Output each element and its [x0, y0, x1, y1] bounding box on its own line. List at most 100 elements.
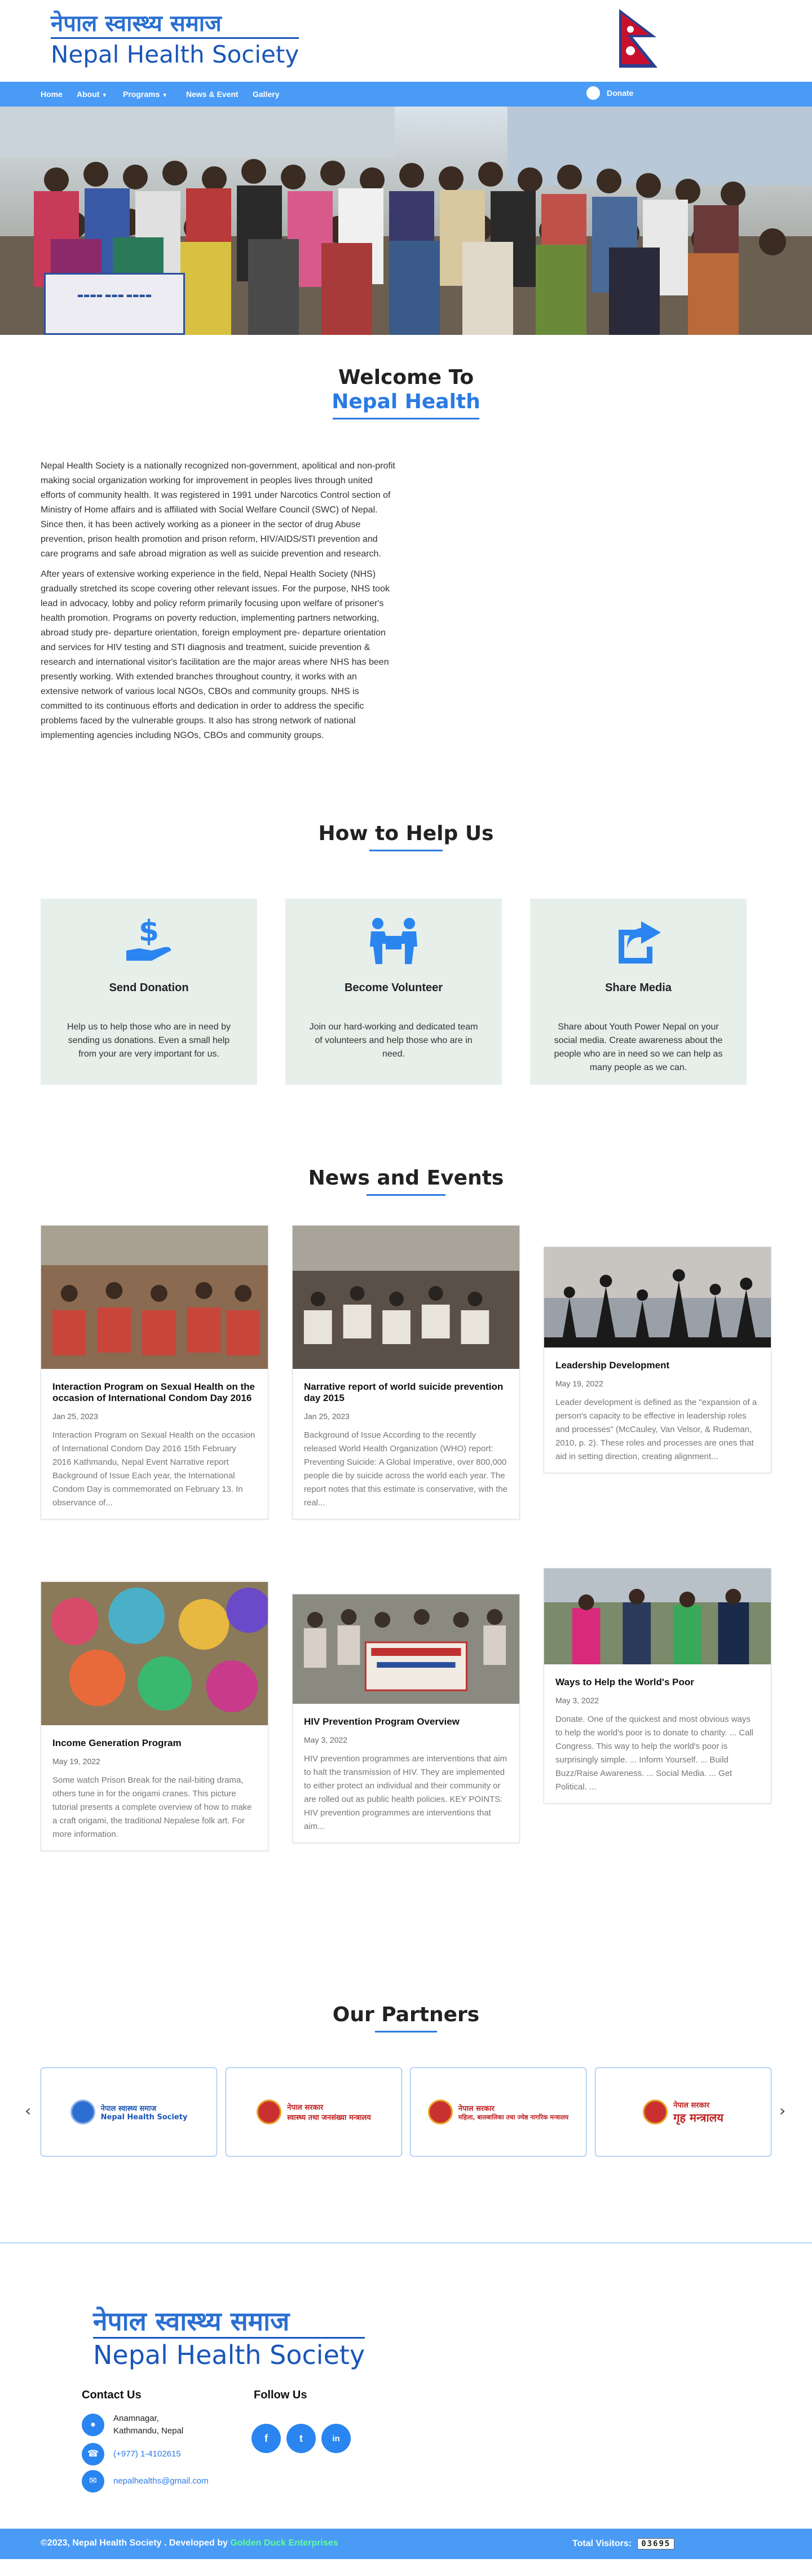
nav-home[interactable]: Home: [41, 90, 63, 99]
emblem-icon: [70, 2100, 95, 2124]
news-excerpt: Background of Issue According to the rec…: [304, 1430, 508, 1508]
about-paragraph: Nepal Health Society is a nationally rec…: [41, 461, 395, 559]
card-title: Share Media: [605, 982, 672, 994]
partners-section: Our Partners ‹ नेपाल स्वास्थ्य समाज Nepal…: [0, 2003, 812, 2158]
news-title[interactable]: Narrative report of world suicide preven…: [304, 1381, 508, 1404]
news-date: May 3, 2022: [555, 1696, 599, 1705]
phone-icon: ☎: [82, 2443, 104, 2465]
logo-english-text: Nepal Health Society: [51, 37, 299, 69]
card-text: Share about Youth Power Nepal on your so…: [554, 1022, 723, 1072]
carousel-next-arrow-icon[interactable]: ›: [779, 2101, 785, 2120]
news-date: May 19, 2022: [52, 1757, 100, 1766]
hand-dollar-icon: $: [126, 916, 171, 961]
news-excerpt: Donate. One of the quickest and most obv…: [555, 1715, 754, 1792]
partner-logo[interactable]: नेपाल सरकार महिला, बालबालिका तथा ज्येष्ठ …: [410, 2067, 586, 2157]
heading-underline: [333, 418, 479, 419]
partner-logo[interactable]: नेपाल सरकार स्वास्थ्य तथा जनसंख्या मन्त्र…: [226, 2067, 402, 2157]
partners-heading: Our Partners: [332, 2003, 480, 2026]
site-header: नेपाल स्वास्थ्य समाज Nepal Health Societ…: [0, 0, 812, 82]
share-icon: [619, 921, 661, 964]
help-heading: How to Help Us: [318, 822, 494, 845]
welcome-heading: Welcome To: [338, 366, 474, 389]
carousel-prev-arrow-icon[interactable]: ‹: [25, 2101, 31, 2120]
news-image: [41, 1226, 268, 1369]
heading-underline: [367, 1194, 445, 1196]
news-date: May 19, 2022: [555, 1379, 603, 1388]
main-nav: Home About ▼ Programs ▼ News & Event Gal…: [0, 82, 812, 107]
emblem-icon: [643, 2100, 668, 2124]
news-title[interactable]: HIV Prevention Program Overview: [304, 1716, 508, 1727]
nav-about[interactable]: About ▼: [77, 90, 107, 99]
news-card[interactable]: Interaction Program on Sexual Health on …: [41, 1225, 268, 1519]
news-title[interactable]: Leadership Development: [555, 1360, 760, 1371]
news-image: [293, 1594, 519, 1704]
card-text: Join our hard-working and dedicated team…: [309, 1022, 478, 1059]
donate-icon: [586, 86, 600, 100]
partner-line1: नेपाल सरकार: [458, 2104, 495, 2113]
news-title[interactable]: Income Generation Program: [52, 1738, 257, 1749]
site-footer: नेपाल स्वास्थ्य समाज Nepal Health Societ…: [0, 2242, 812, 2559]
linkedin-icon[interactable]: in: [321, 2424, 351, 2453]
partner-line2: स्वास्थ्य तथा जनसंख्या मन्त्रालय: [287, 2114, 371, 2122]
address-line1: Anamnagar,: [113, 2414, 159, 2423]
site-logo[interactable]: नेपाल स्वास्थ्य समाज Nepal Health Societ…: [51, 10, 299, 69]
news-excerpt: Leader development is defined as the "ex…: [555, 1398, 757, 1461]
follow-heading: Follow Us: [254, 2389, 307, 2401]
footer-logo-english: Nepal Health Society: [93, 2337, 365, 2371]
contact-address: ● Anamnagar, Kathmandu, Nepal: [82, 2412, 183, 2437]
news-excerpt: Some watch Prison Break for the nail-bit…: [52, 1775, 252, 1839]
news-image: [293, 1226, 519, 1369]
partner-logo[interactable]: नेपाल सरकार गृह मन्त्रालय: [595, 2067, 771, 2157]
contact-phone[interactable]: ☎ (+977) 1-4102615: [82, 2443, 181, 2465]
nav-programs-label: Programs: [123, 90, 160, 99]
about-text: Nepal Health Society is a nationally rec…: [41, 459, 396, 743]
partner-line1: नेपाल स्वास्थ्य समाज: [100, 2104, 157, 2113]
partner-logo[interactable]: नेपाल स्वास्थ्य समाज Nepal Health Society: [41, 2067, 217, 2157]
nav-gallery[interactable]: Gallery: [253, 90, 279, 99]
news-heading: News and Events: [308, 1167, 504, 1190]
news-card[interactable]: Ways to Help the World's Poor May 3, 202…: [544, 1568, 771, 1804]
contact-email[interactable]: ✉ nepalhealths@gmail.com: [82, 2470, 209, 2493]
email-link[interactable]: nepalhealths@gmail.com: [113, 2475, 209, 2487]
news-section: News and Events Interaction Program on S…: [0, 1167, 812, 1947]
contact-heading: Contact Us: [82, 2389, 142, 2401]
nav-programs[interactable]: Programs ▼: [123, 90, 167, 99]
visitors-label: Total Visitors:: [572, 2539, 632, 2548]
chevron-down-icon: ▼: [162, 92, 168, 99]
footer-logo-nepali: नेपाल स्वास्थ्य समाज: [93, 2306, 290, 2336]
heading-underline: [375, 2031, 437, 2032]
news-excerpt: Interaction Program on Sexual Health on …: [52, 1430, 255, 1508]
news-excerpt: HIV prevention programmes are interventi…: [304, 1754, 508, 1831]
help-card-donation[interactable]: $ Send Donation Help us to help those wh…: [41, 899, 257, 1085]
donate-button[interactable]: Donate: [586, 86, 633, 100]
twitter-icon[interactable]: t: [286, 2424, 316, 2453]
donate-label: Donate: [607, 89, 634, 98]
news-title[interactable]: Ways to Help the World's Poor: [555, 1677, 760, 1688]
nepal-flag-icon: [619, 9, 657, 68]
address-line2: Kathmandu, Nepal: [113, 2426, 184, 2436]
card-title: Become Volunteer: [344, 982, 443, 994]
facebook-icon[interactable]: f: [251, 2424, 281, 2453]
email-icon: ✉: [82, 2470, 104, 2493]
news-image: [41, 1582, 268, 1725]
partner-line2: महिला, बालबालिका तथा ज्येष्ठ नागरिक मन्त…: [458, 2113, 569, 2121]
footer-logo[interactable]: नेपाल स्वास्थ्य समाज Nepal Health Societ…: [93, 2305, 365, 2371]
news-date: Jan 25, 2023: [52, 1412, 98, 1421]
news-card[interactable]: Income Generation Program May 19, 2022 S…: [41, 1581, 268, 1851]
developer-link[interactable]: Golden Duck Enterprises: [230, 2538, 338, 2548]
nav-about-label: About: [77, 90, 100, 99]
news-card[interactable]: Leadership Development May 19, 2022 Lead…: [544, 1247, 771, 1473]
phone-link[interactable]: (+977) 1-4102615: [113, 2448, 181, 2460]
help-card-share[interactable]: Share Media Share about Youth Power Nepa…: [530, 899, 747, 1085]
help-card-volunteer[interactable]: Become Volunteer Join our hard-working a…: [285, 899, 502, 1085]
partner-line1: नेपाल सरकार: [287, 2104, 324, 2112]
location-pin-icon: ●: [82, 2414, 104, 2436]
visitor-counter: Total Visitors: 03695: [572, 2538, 675, 2550]
people-carry-icon: [370, 918, 417, 964]
nav-news-event[interactable]: News & Event: [186, 90, 239, 99]
news-date: May 3, 2022: [304, 1735, 348, 1744]
news-title[interactable]: Interaction Program on Sexual Health on …: [52, 1381, 257, 1404]
news-card[interactable]: Narrative report of world suicide preven…: [292, 1225, 520, 1519]
news-image: [544, 1247, 771, 1347]
news-card[interactable]: HIV Prevention Program Overview May 3, 2…: [292, 1594, 520, 1843]
